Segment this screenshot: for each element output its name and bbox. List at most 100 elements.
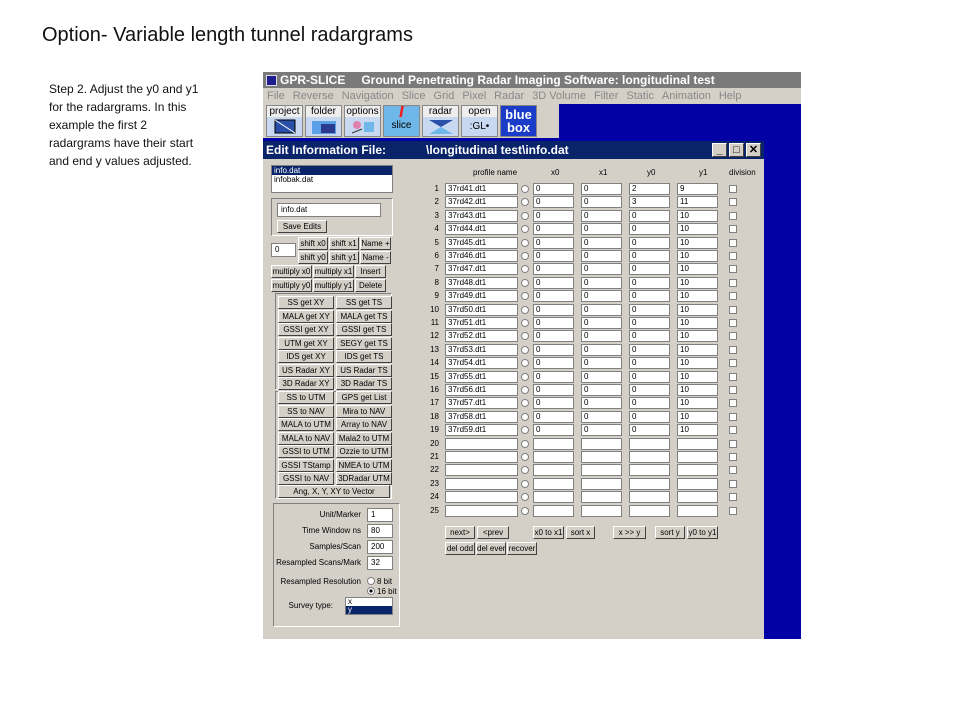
us-radar-ts-button[interactable]: US Radar TS: [336, 363, 392, 377]
y1-cell[interactable]: 10: [677, 236, 718, 249]
utm-get-xy-button[interactable]: UTM get XY: [278, 336, 334, 350]
menu-pixel[interactable]: Pixel: [458, 90, 490, 102]
file-item[interactable]: info.dat: [272, 166, 392, 175]
y1-cell[interactable]: 10: [677, 330, 718, 343]
division-checkbox[interactable]: [729, 332, 737, 341]
division-checkbox[interactable]: [729, 319, 737, 327]
division-checkbox[interactable]: [729, 225, 737, 234]
ss-get-xy-button[interactable]: SS get XY: [278, 296, 334, 309]
row-radio[interactable]: [521, 319, 529, 327]
gssi-get-xy-button[interactable]: GSSI get XY: [278, 323, 334, 336]
division-checkbox[interactable]: [729, 466, 737, 475]
param-input[interactable]: 1: [367, 508, 393, 522]
x1-cell[interactable]: [581, 437, 622, 450]
gssi-to-utm-button[interactable]: GSSI to UTM: [278, 445, 334, 458]
y1-cell[interactable]: [677, 504, 718, 517]
y0-cell[interactable]: 0: [629, 317, 670, 329]
x1-cell[interactable]: [581, 504, 622, 517]
profile-name-cell[interactable]: [445, 504, 518, 517]
ids-get-ts-button[interactable]: IDS get TS: [336, 350, 392, 363]
sort-x-button[interactable]: sort x: [566, 526, 595, 539]
param-input[interactable]: 200: [367, 540, 393, 554]
shift-x0-button[interactable]: shift x0: [298, 237, 328, 250]
mala2-to-utm-button[interactable]: Mala2 to UTM: [336, 431, 392, 445]
ss-get-ts-button[interactable]: SS get TS: [336, 296, 392, 309]
x0-cell[interactable]: 0: [533, 424, 574, 437]
division-checkbox[interactable]: [729, 412, 737, 421]
insert-button[interactable]: Insert: [355, 265, 386, 278]
x0-cell[interactable]: 0: [533, 276, 574, 289]
division-checkbox[interactable]: [729, 506, 737, 515]
profile-name-cell[interactable]: [445, 451, 518, 463]
y1-cell[interactable]: [677, 491, 718, 504]
y0-cell[interactable]: 0: [629, 424, 670, 437]
y0-cell[interactable]: 0: [629, 276, 670, 289]
shift-y0-button[interactable]: shift y0: [298, 251, 328, 264]
x1-cell[interactable]: 0: [581, 317, 622, 329]
x1-cell[interactable]: [581, 464, 622, 477]
menu-radar[interactable]: Radar: [490, 90, 528, 102]
project-button[interactable]: project: [266, 105, 303, 137]
profile-name-cell[interactable]: 37rd57.dt1: [445, 397, 518, 410]
us-radar-xy-button[interactable]: US Radar XY: [278, 363, 334, 377]
division-checkbox[interactable]: [729, 439, 737, 448]
row-radio[interactable]: [521, 198, 529, 207]
x0-cell[interactable]: 0: [533, 384, 574, 396]
y1-cell[interactable]: 10: [677, 384, 718, 396]
menu-grid[interactable]: Grid: [430, 90, 459, 102]
row-radio[interactable]: [521, 386, 529, 394]
multiply-y0-button[interactable]: multiply y0: [271, 279, 312, 292]
angle-vector-button[interactable]: Ang, X, Y, XY to Vector: [278, 485, 390, 498]
shift-value-input[interactable]: 0: [271, 243, 296, 257]
x0-cell[interactable]: [533, 464, 574, 477]
profile-name-cell[interactable]: 37rd53.dt1: [445, 343, 518, 356]
res-16bit-radio[interactable]: [367, 587, 375, 595]
x1-cell[interactable]: 0: [581, 303, 622, 316]
row-radio[interactable]: [521, 332, 529, 341]
file-item[interactable]: infobak.dat: [272, 175, 392, 184]
y0-cell[interactable]: 0: [629, 397, 670, 410]
res-8bit-radio[interactable]: [367, 577, 375, 585]
ozzie-to-utm-button[interactable]: Ozzie to UTM: [336, 445, 392, 458]
x0-cell[interactable]: 0: [533, 370, 574, 383]
gssi-tstamp-button[interactable]: GSSI TStamp: [278, 458, 334, 472]
x1-cell[interactable]: 0: [581, 410, 622, 423]
division-checkbox[interactable]: [729, 399, 737, 408]
x0-cell[interactable]: 0: [533, 330, 574, 343]
array-to-nav-button[interactable]: Array to NAV: [336, 418, 392, 431]
y1-cell[interactable]: 10: [677, 397, 718, 410]
y1-cell[interactable]: 10: [677, 357, 718, 370]
profile-name-cell[interactable]: 37rd41.dt1: [445, 183, 518, 195]
x0-to-x1-button[interactable]: x0 to x1: [533, 526, 564, 539]
y0-cell[interactable]: 0: [629, 357, 670, 370]
y1-cell[interactable]: [677, 451, 718, 463]
nmea-to-utm-button[interactable]: NMEA to UTM: [336, 458, 392, 472]
profile-name-cell[interactable]: 37rd44.dt1: [445, 223, 518, 236]
ids-get-xy-button[interactable]: IDS get XY: [278, 350, 334, 363]
division-checkbox[interactable]: [729, 479, 737, 488]
y1-cell[interactable]: 11: [677, 196, 718, 209]
x1-cell[interactable]: 0: [581, 343, 622, 356]
name-button[interactable]: Name -: [360, 251, 391, 264]
profile-name-cell[interactable]: 37rd56.dt1: [445, 384, 518, 396]
x0-cell[interactable]: 0: [533, 223, 574, 236]
ss-to-utm-button[interactable]: SS to UTM: [278, 391, 334, 404]
x0-cell[interactable]: [533, 477, 574, 490]
y1-cell[interactable]: [677, 477, 718, 490]
row-radio[interactable]: [521, 399, 529, 408]
x1-cell[interactable]: 0: [581, 236, 622, 249]
y1-cell[interactable]: 10: [677, 290, 718, 303]
division-checkbox[interactable]: [729, 292, 737, 301]
profile-name-cell[interactable]: [445, 477, 518, 490]
division-checkbox[interactable]: [729, 185, 737, 193]
y1-cell[interactable]: 9: [677, 183, 718, 195]
profile-name-cell[interactable]: 37rd54.dt1: [445, 357, 518, 370]
division-checkbox[interactable]: [729, 426, 737, 435]
profile-name-cell[interactable]: 37rd55.dt1: [445, 370, 518, 383]
options-button[interactable]: options: [344, 105, 381, 137]
row-radio[interactable]: [521, 359, 529, 368]
x1-cell[interactable]: 0: [581, 290, 622, 303]
x0-cell[interactable]: 0: [533, 397, 574, 410]
slice-button[interactable]: Tslice: [383, 105, 420, 137]
x0-cell[interactable]: 0: [533, 303, 574, 316]
